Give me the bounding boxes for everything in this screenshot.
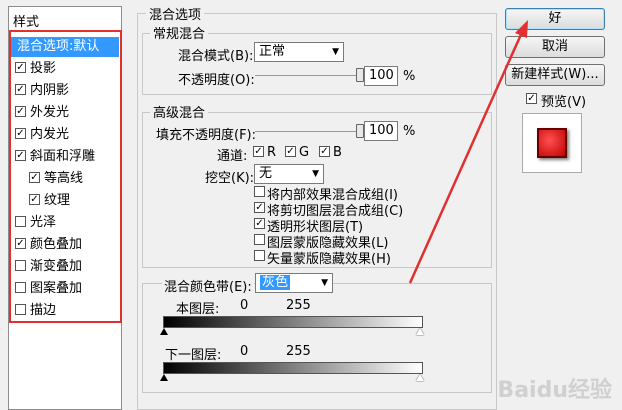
channel-r-checkbox[interactable]: ✓ (253, 146, 264, 157)
this-layer-black-handle[interactable] (160, 328, 168, 335)
blend-if-label: 混合颜色带(E): (162, 276, 254, 295)
chevron-down-icon: ▼ (312, 169, 319, 179)
channel-g-checkbox[interactable]: ✓ (285, 146, 296, 157)
blend-if-value: 灰色 (260, 275, 291, 290)
blending-options-title: 混合选项 (146, 4, 205, 23)
opacity-slider-track[interactable] (255, 75, 360, 76)
ok-button[interactable]: 好 (505, 8, 605, 30)
style-preview-swatch (537, 128, 567, 158)
fill-opacity-label: 填充不透明度(F): (156, 128, 257, 143)
this-layer-white-handle[interactable] (416, 328, 424, 335)
blend-if-select[interactable]: 灰色 ▼ (255, 273, 333, 293)
fill-opacity-slider-thumb[interactable] (356, 124, 364, 138)
channel-g-label: G (299, 145, 310, 160)
underlying-layer-label: 下一图层: (165, 348, 222, 363)
underlying-black-handle[interactable] (160, 374, 168, 381)
advanced-option-checkbox[interactable] (254, 234, 265, 245)
preview-checkbox[interactable]: ✓ (526, 93, 537, 104)
cancel-button[interactable]: 取消 (505, 36, 605, 58)
fill-opacity-slider-track[interactable] (255, 131, 360, 132)
advanced-option-checkbox[interactable] (254, 186, 265, 197)
annotation-highlight-box (9, 30, 122, 323)
advanced-option-checkbox[interactable]: ✓ (254, 218, 265, 229)
this-layer-gradient (163, 316, 423, 328)
underlying-layer-gradient (163, 362, 423, 374)
advanced-blending-title: 高级混合 (150, 102, 209, 121)
opacity-slider-thumb[interactable] (356, 68, 364, 82)
blend-mode-select[interactable]: 正常 ▼ (254, 42, 344, 62)
fill-opacity-unit: % (403, 124, 416, 139)
channels-label: 通道: (217, 149, 248, 164)
general-blending-title: 常规混合 (150, 23, 209, 42)
blend-mode-value: 正常 (259, 44, 286, 59)
channel-b-checkbox[interactable]: ✓ (319, 146, 330, 157)
this-layer-max: 255 (286, 298, 311, 313)
chevron-down-icon: ▼ (332, 47, 339, 57)
blend-mode-label: 混合模式(B): (178, 49, 254, 64)
fill-opacity-input[interactable]: 100 (364, 121, 398, 141)
opacity-input[interactable]: 100 (364, 66, 398, 86)
channel-r-label: R (267, 145, 277, 160)
chevron-down-icon: ▼ (321, 278, 328, 288)
knockout-select[interactable]: 无 ▼ (254, 164, 324, 184)
underlying-layer-min: 0 (240, 344, 249, 359)
channel-b-label: B (333, 145, 342, 160)
advanced-option-label: 矢量蒙版隐藏效果(H) (267, 252, 391, 267)
this-layer-label: 本图层: (176, 302, 220, 317)
underlying-white-handle[interactable] (416, 374, 424, 381)
watermark-logo: Baidu经验 (497, 378, 612, 403)
style-preview-box (522, 113, 582, 173)
this-layer-min: 0 (240, 298, 249, 313)
opacity-label: 不透明度(O): (178, 73, 255, 88)
knockout-value: 无 (259, 166, 273, 181)
preview-label: 预览(V) (541, 95, 587, 110)
styles-header: 样式 (13, 15, 40, 30)
underlying-layer-max: 255 (286, 344, 311, 359)
advanced-option-checkbox[interactable]: ✓ (254, 202, 265, 213)
new-style-button[interactable]: 新建样式(W)... (505, 64, 605, 86)
opacity-unit: % (403, 69, 416, 84)
knockout-label: 挖空(K): (205, 171, 255, 186)
advanced-option-checkbox[interactable] (254, 250, 265, 261)
